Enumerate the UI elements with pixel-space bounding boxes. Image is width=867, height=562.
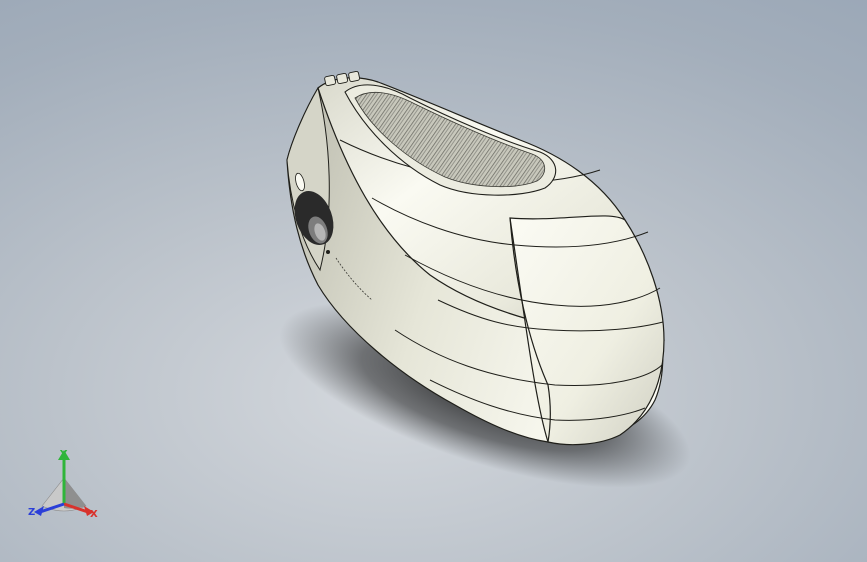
z-axis-label: Z [28, 507, 35, 518]
rear-button-3[interactable] [348, 70, 361, 83]
x-axis-label: X [90, 509, 98, 520]
model-canvas[interactable] [0, 0, 867, 562]
y-axis-label: Y [59, 449, 68, 460]
rear-button-2[interactable] [336, 72, 349, 85]
z-axis-arrow [34, 506, 44, 516]
side-indicator-dot [326, 250, 330, 254]
triad-graphic: Y X Z [28, 449, 98, 520]
rear-button-1[interactable] [324, 74, 337, 87]
view-orientation-triad[interactable]: Y X Z [22, 446, 106, 526]
graphics-viewport[interactable] [0, 0, 867, 562]
